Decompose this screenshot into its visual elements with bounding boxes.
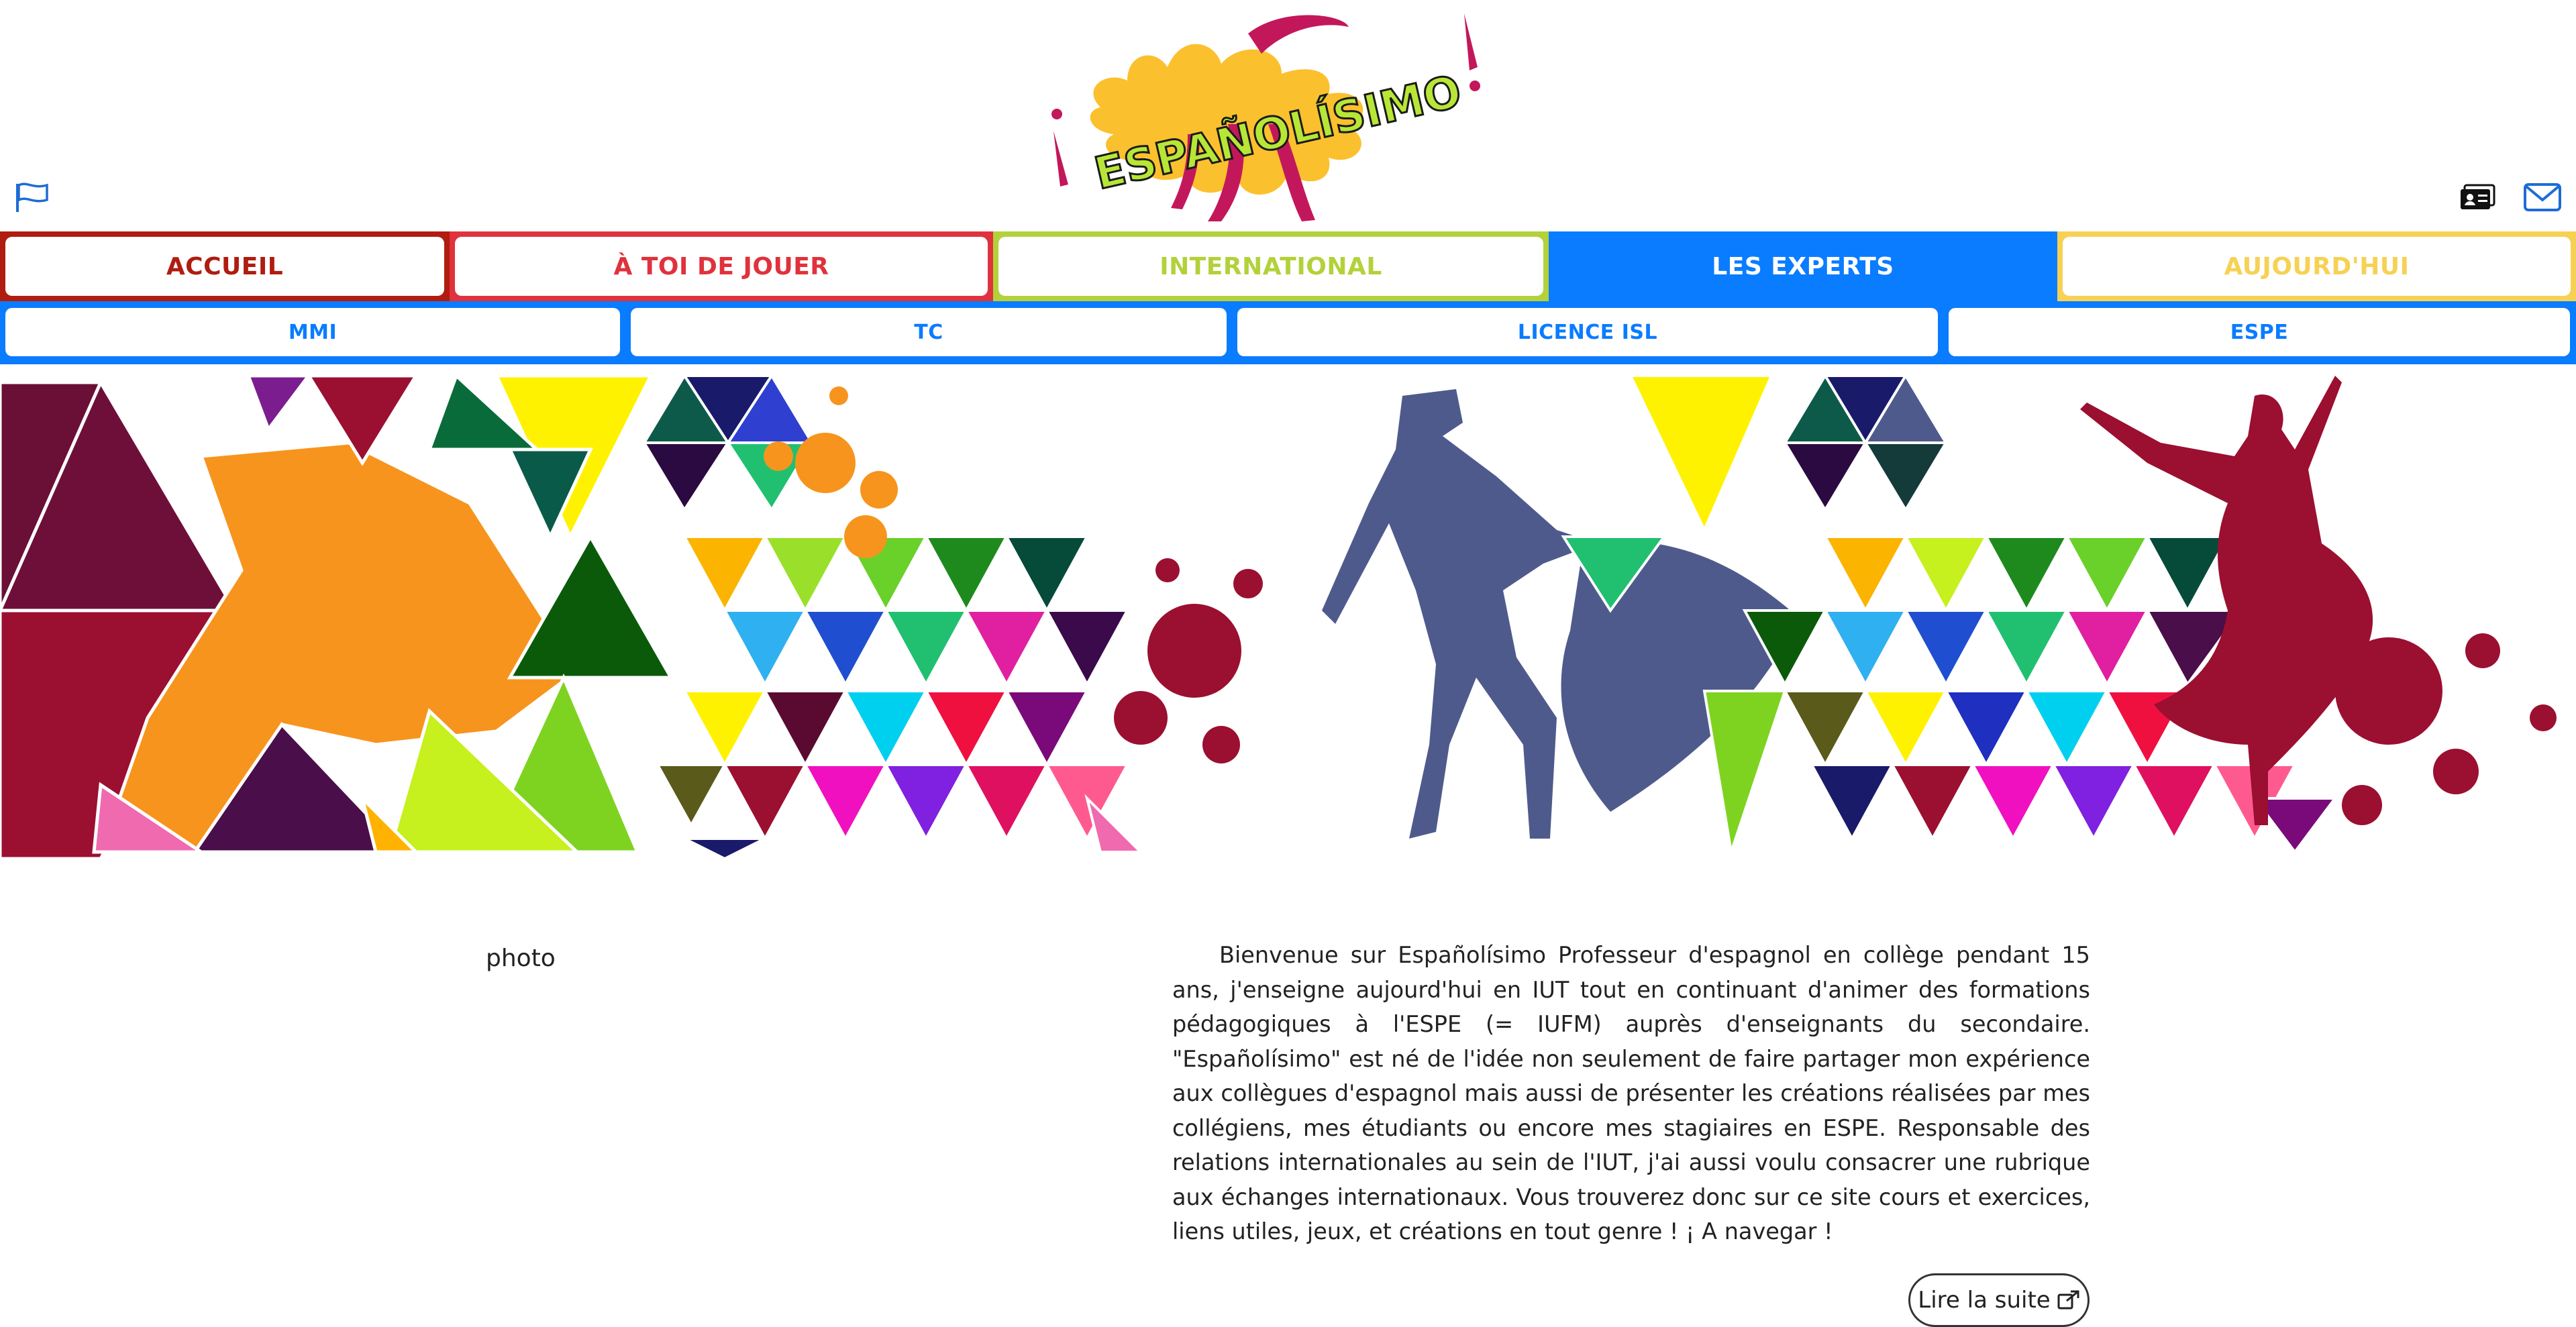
banner-illustration xyxy=(0,372,2557,861)
nav-international[interactable]: INTERNATIONAL xyxy=(993,231,1549,301)
read-more-button[interactable]: Lire la suite xyxy=(1908,1273,2090,1327)
external-link-icon xyxy=(2057,1290,2079,1310)
flag-icon[interactable] xyxy=(13,181,51,213)
mail-icon[interactable] xyxy=(2523,182,2562,212)
subnav-bar: MMI TC LICENCE ISL ESPE xyxy=(0,301,2576,364)
photo-placeholder: photo xyxy=(486,945,556,972)
read-more-label: Lire la suite xyxy=(1918,1287,2051,1314)
nav-les-experts[interactable]: LES EXPERTS xyxy=(1549,231,2057,301)
nav-aujourdhui-label: AUJOURD'HUI xyxy=(2224,252,2410,280)
nav-accueil[interactable]: ACCUEIL xyxy=(0,231,450,301)
id-card-icon[interactable] xyxy=(2459,182,2497,212)
subnav-item-espe[interactable]: ESPE xyxy=(1949,308,2570,356)
nav-les-experts-label: LES EXPERTS xyxy=(1712,252,1894,280)
nav-accueil-label: ACCUEIL xyxy=(166,252,284,280)
espanolisimo-logo[interactable]: ESPAÑOLÍSIMO xyxy=(1027,7,1483,228)
subnav-item-mmi[interactable]: MMI xyxy=(5,308,620,356)
nav-a-toi-de-jouer[interactable]: À TOI DE JOUER xyxy=(450,231,993,301)
nav-aujourdhui[interactable]: AUJOURD'HUI xyxy=(2057,231,2576,301)
subnav-item-licence-isl[interactable]: LICENCE ISL xyxy=(1237,308,1938,356)
nav-a-toi-de-jouer-label: À TOI DE JOUER xyxy=(613,252,829,280)
subnav-item-tc[interactable]: TC xyxy=(631,308,1227,356)
intro-paragraph: Bienvenue sur Españolísimo Professeur d'… xyxy=(1172,942,2090,1244)
nav-international-label: INTERNATIONAL xyxy=(1160,252,1382,280)
